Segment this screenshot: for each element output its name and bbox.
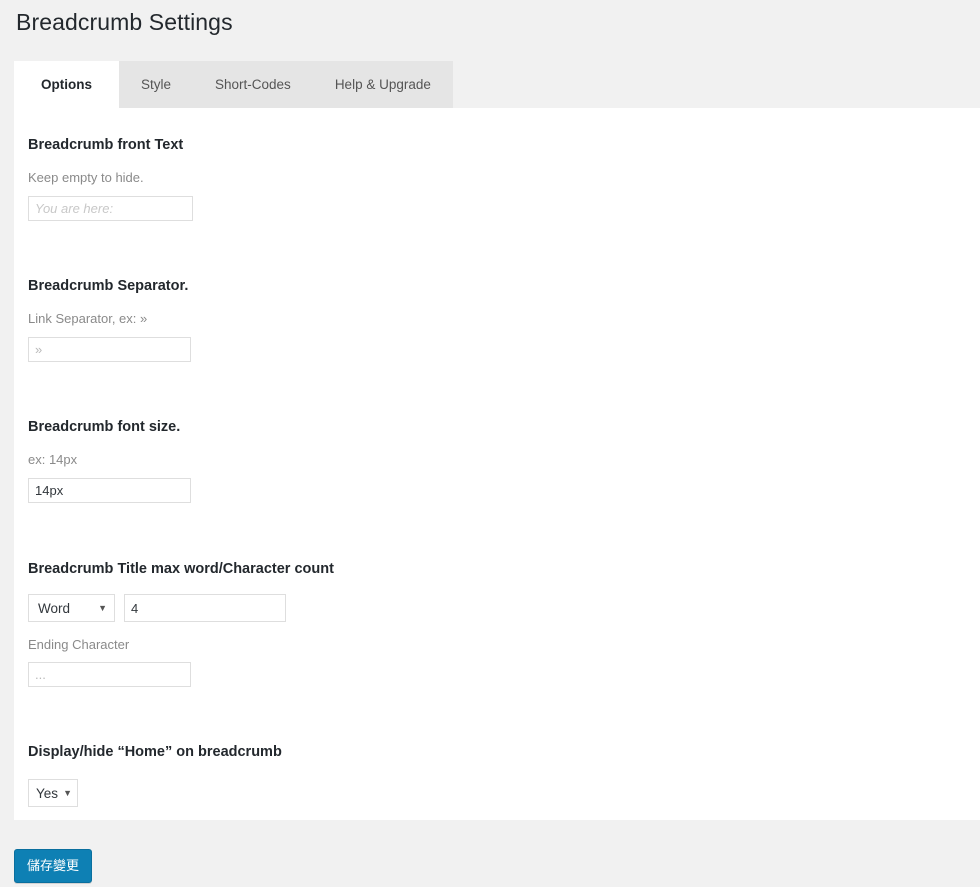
home-display-value: Yes [36,785,59,801]
page-title: Breadcrumb Settings [16,9,233,35]
home-display-select[interactable]: Yes ▼ [28,779,78,807]
tab-short-codes[interactable]: Short-Codes [193,61,313,108]
submit-area: 儲存變更 [14,849,93,883]
section-front-text: Breadcrumb front Text Keep empty to hide… [28,136,193,221]
tab-short-codes-label: Short-Codes [215,77,291,92]
front-text-input[interactable] [28,196,193,221]
front-text-description: Keep empty to hide. [28,170,144,185]
section-separator: Breadcrumb Separator. Link Separator, ex… [28,277,191,362]
tab-options-label: Options [41,77,92,92]
section-font-size: Breadcrumb font size. ex: 14px [28,418,191,503]
max-count-row: Word ▼ [28,594,334,622]
max-count-type-select[interactable]: Word ▼ [28,594,115,622]
section-home-display: Display/hide “Home” on breadcrumb Yes ▼ [28,743,282,807]
max-count-type-value: Word [38,600,71,616]
front-text-heading: Breadcrumb front Text [28,137,184,153]
separator-description: Link Separator, ex: » [28,311,148,326]
save-changes-button[interactable]: 儲存變更 [14,849,93,883]
max-count-heading: Breadcrumb Title max word/Character coun… [28,561,334,577]
settings-panel: Breadcrumb front Text Keep empty to hide… [14,108,980,820]
tab-style[interactable]: Style [119,61,194,108]
max-count-input[interactable] [124,594,286,622]
ending-character-input[interactable] [28,662,191,687]
chevron-down-icon: ▼ [98,602,107,613]
section-max-count: Breadcrumb Title max word/Character coun… [28,560,334,687]
separator-input[interactable] [28,337,191,362]
tab-help-upgrade[interactable]: Help & Upgrade [312,61,453,108]
tab-bar: Options Style Short-Codes Help & Upgrade [14,61,453,108]
ending-character-label: Ending Character [28,637,130,652]
font-size-description: ex: 14px [28,452,78,467]
tab-help-upgrade-label: Help & Upgrade [334,77,431,92]
separator-heading: Breadcrumb Separator. [28,278,189,294]
tab-options[interactable]: Options [14,61,119,108]
tab-style-label: Style [141,77,172,92]
chevron-down-icon: ▼ [63,787,72,798]
font-size-heading: Breadcrumb font size. [28,419,181,435]
home-display-heading: Display/hide “Home” on breadcrumb [28,744,282,760]
font-size-input[interactable] [28,478,191,503]
